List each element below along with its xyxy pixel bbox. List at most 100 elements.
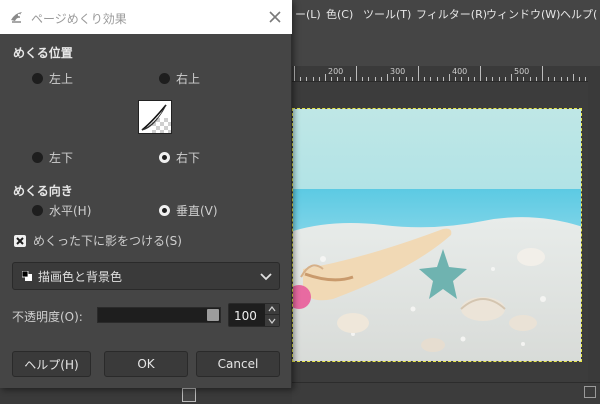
ruler-tick	[517, 77, 519, 81]
radio-top-right[interactable]: 右上	[159, 70, 200, 87]
radio-vertical[interactable]: 垂直(V)	[159, 202, 218, 219]
ruler-tick	[492, 77, 494, 81]
ruler-tick	[424, 77, 426, 81]
opacity-value[interactable]: 100	[234, 309, 257, 323]
gradient-dropdown[interactable]: 描画色と背景色	[12, 262, 280, 290]
chevron-down-icon	[260, 273, 272, 281]
radio-bottom-left-label: 左下	[49, 151, 74, 165]
checkmark-icon	[16, 236, 24, 245]
opacity-slider[interactable]	[97, 307, 221, 323]
horizontal-ruler: 200 300 400 500	[292, 66, 588, 82]
ruler-tick	[405, 77, 407, 81]
radio-horizontal[interactable]: 水平(H)	[32, 202, 91, 219]
close-icon[interactable]	[266, 8, 284, 26]
ruler-tick	[325, 74, 326, 81]
beach-photo-graphic	[293, 109, 581, 361]
ruler-tick	[585, 77, 587, 81]
ruler-tick	[368, 77, 370, 81]
menu-filters[interactable]: フィルター(R)	[416, 6, 487, 22]
spin-down-button[interactable]	[265, 315, 279, 326]
ruler-tick	[374, 77, 376, 81]
gimp-wilber-icon	[11, 12, 22, 23]
curl-preview-icon	[138, 100, 172, 134]
radio-top-left[interactable]: 左上	[32, 70, 73, 87]
radio-bottom-right[interactable]: 右下	[159, 149, 200, 166]
ruler-tick	[411, 77, 413, 81]
menu-help[interactable]: ヘルプ(	[560, 6, 597, 22]
ruler-tick	[356, 66, 357, 81]
curl-orientation-heading: めくる向き	[13, 184, 73, 198]
opacity-label: 不透明度(O):	[12, 310, 83, 324]
ruler-tick	[511, 74, 512, 81]
ruler-label: 400	[452, 67, 468, 76]
ruler-tick	[535, 77, 537, 81]
ruler-tick	[573, 74, 574, 81]
ok-button[interactable]: OK	[104, 351, 188, 377]
page-curl-dialog: ページめくり効果 めくる位置 左上 右上 左下 右下 めくる向き 水平(H) 垂…	[0, 0, 292, 388]
ruler-tick	[418, 66, 419, 81]
ruler-tick	[566, 77, 568, 81]
radio-bottom-left[interactable]: 左下	[32, 149, 73, 166]
ruler-corner	[588, 66, 600, 82]
ruler-tick	[529, 77, 531, 81]
ruler-tick	[349, 77, 351, 81]
ruler-tick	[504, 77, 506, 81]
radio-horizontal-label: 水平(H)	[49, 204, 92, 218]
quick-mask-icon[interactable]	[182, 388, 196, 402]
shadow-checkbox[interactable]	[14, 234, 26, 247]
dialog-titlebar[interactable]: ページめくり効果	[0, 0, 292, 34]
ruler-tick	[523, 77, 525, 81]
fg-bg-color-icon	[22, 271, 32, 281]
opacity-spinbox[interactable]: 100	[228, 303, 280, 327]
ruler-tick	[318, 77, 320, 81]
spin-up-button[interactable]	[265, 304, 279, 315]
ruler-tick	[554, 77, 556, 81]
ruler-tick	[560, 77, 562, 81]
beach-image[interactable]	[292, 108, 582, 362]
radio-bottom-right-label: 右下	[176, 151, 201, 165]
help-button[interactable]: ヘルプ(H)	[12, 351, 91, 377]
ruler-label: 300	[390, 67, 406, 76]
radio-indicator	[159, 152, 170, 163]
dialog-title: ページめくり効果	[31, 12, 127, 26]
gradient-dropdown-value: 描画色と背景色	[38, 269, 123, 284]
ruler-tick	[337, 77, 339, 81]
ruler-tick	[393, 77, 395, 81]
radio-indicator	[32, 205, 43, 216]
ruler-tick	[467, 77, 469, 81]
horizontal-scrollbar[interactable]	[292, 382, 600, 404]
ruler-tick	[294, 66, 295, 81]
ruler-tick	[442, 77, 444, 81]
shadow-checkbox-row[interactable]: めくった下に影をつける(S)	[14, 232, 182, 249]
ruler-tick	[473, 77, 475, 81]
ruler-tick	[343, 77, 345, 81]
ruler-tick	[548, 77, 550, 81]
opacity-slider-fill	[98, 308, 220, 322]
radio-indicator	[159, 205, 170, 216]
radio-indicator	[32, 152, 43, 163]
menu-layer[interactable]: ー(L)	[295, 6, 321, 22]
ruler-tick	[306, 77, 308, 81]
menu-colors[interactable]: 色(C)	[326, 6, 353, 22]
ruler-tick	[461, 77, 463, 81]
radio-top-right-label: 右上	[176, 72, 201, 86]
opacity-slider-handle[interactable]	[207, 309, 219, 321]
ruler-tick	[399, 77, 401, 81]
status-bar	[0, 388, 292, 404]
ruler-tick	[498, 77, 500, 81]
chevron-up-icon	[268, 306, 276, 312]
ruler-tick	[380, 77, 382, 81]
ruler-tick	[300, 77, 302, 81]
ruler-label: 200	[328, 67, 344, 76]
menu-tools[interactable]: ツール(T)	[363, 6, 411, 22]
ruler-tick	[542, 66, 543, 81]
curl-location-heading: めくる位置	[13, 46, 73, 60]
navigate-icon[interactable]	[584, 386, 596, 398]
cancel-button[interactable]: Cancel	[196, 351, 280, 377]
ruler-tick	[430, 77, 432, 81]
ruler-label: 500	[514, 67, 530, 76]
menu-windows[interactable]: ウィンドウ(W)	[486, 6, 560, 22]
vertical-scrollbar[interactable]	[588, 82, 600, 382]
ruler-tick	[436, 77, 438, 81]
ruler-tick	[579, 77, 581, 81]
